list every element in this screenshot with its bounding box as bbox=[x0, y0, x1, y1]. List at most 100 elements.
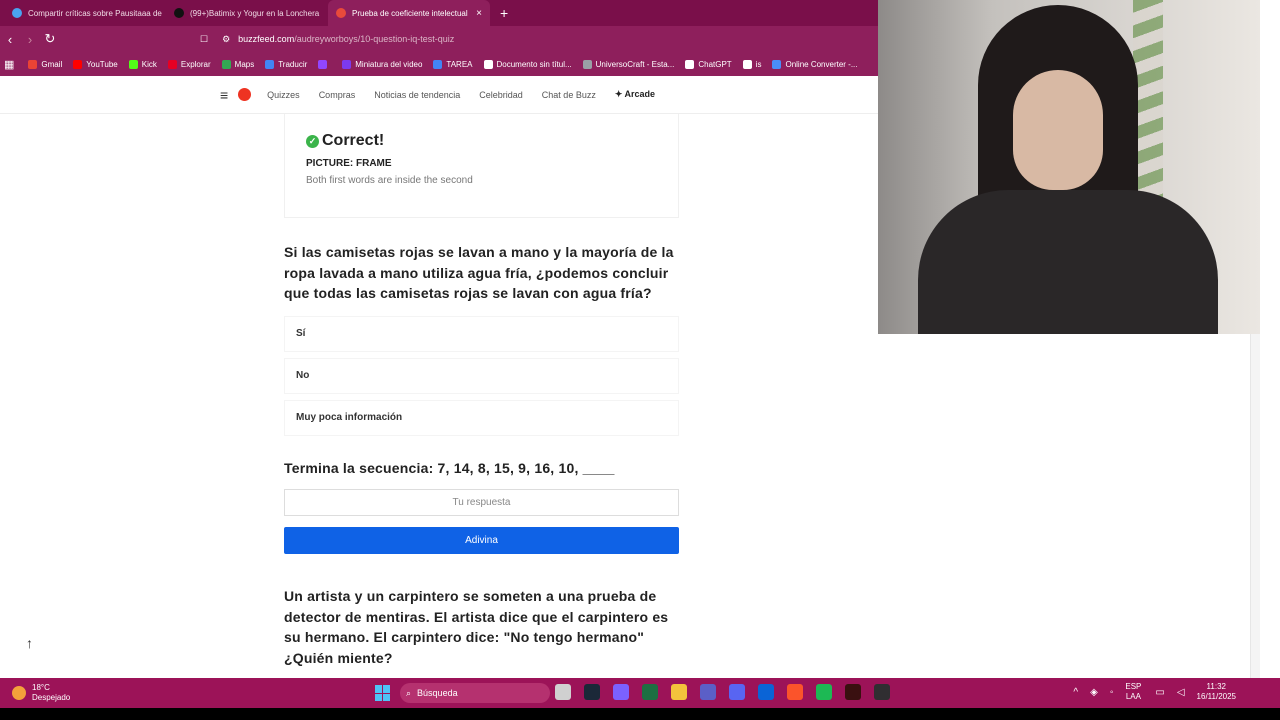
back-icon[interactable]: ‹ bbox=[0, 32, 20, 47]
url-host: buzzfeed.com bbox=[238, 34, 295, 44]
tab-close-icon[interactable]: × bbox=[472, 8, 482, 19]
guess-button[interactable]: Adivina bbox=[284, 527, 679, 554]
hamburger-menu-icon[interactable]: ≡ bbox=[220, 87, 228, 103]
volume-icon[interactable]: ◁ bbox=[1177, 687, 1185, 698]
docs-icon bbox=[433, 59, 443, 69]
tab-tiktok[interactable]: (99+)Batimix y Yogur en la Lonchera bbox=[166, 0, 328, 26]
bookmark-label: Miniatura del video bbox=[355, 59, 423, 69]
tab-favicon-icon bbox=[12, 8, 22, 18]
forward-icon[interactable]: › bbox=[20, 32, 40, 47]
bookmark-universocraft[interactable]: UniversoCraft - Esta... bbox=[582, 59, 674, 69]
taskview-icon[interactable] bbox=[555, 684, 571, 700]
bookmark-label: Documento sin títul... bbox=[496, 59, 572, 69]
bookmark-maps[interactable]: Maps bbox=[221, 59, 255, 69]
language-indicator[interactable]: ESP LAA bbox=[1125, 682, 1141, 702]
spotify-icon[interactable] bbox=[816, 684, 832, 700]
new-tab-button[interactable]: + bbox=[490, 0, 518, 26]
language-layout: LAA bbox=[1125, 692, 1141, 701]
bookmark-traducir[interactable]: Traducir bbox=[265, 59, 307, 69]
buzzfeed-logo-icon[interactable] bbox=[238, 88, 252, 101]
network-icon[interactable]: ◈ bbox=[1090, 687, 1098, 698]
bookmark-label: YouTube bbox=[86, 59, 118, 69]
discord-icon[interactable] bbox=[729, 684, 745, 700]
bookmark-miniatura[interactable]: Miniatura del video bbox=[342, 59, 423, 69]
bookmark-label: ChatGPT bbox=[698, 59, 732, 69]
copilot-icon[interactable] bbox=[613, 684, 629, 700]
bookmarks-bar: ▦ Gmail YouTube Kick Explorar Maps Tradu… bbox=[0, 52, 878, 76]
result-title: ✓ Correct! bbox=[306, 132, 657, 150]
bookmark-label: Online Converter -... bbox=[785, 59, 858, 69]
teams-icon[interactable] bbox=[700, 684, 716, 700]
tab-label: (99+)Batimix y Yogur en la Lonchera bbox=[190, 8, 320, 18]
weather-widget[interactable]: 18°C Despejado bbox=[12, 683, 70, 703]
twitch-icon bbox=[318, 59, 328, 69]
windows-start-icon[interactable] bbox=[375, 685, 391, 701]
tab-label: Prueba de coeficiente intelectual bbox=[352, 8, 468, 18]
tab-label: Compartir críticas sobre Pausitaaa de bbox=[28, 8, 162, 18]
bookmark-label: Maps bbox=[234, 59, 255, 69]
recorder-icon[interactable] bbox=[845, 684, 861, 700]
option-si[interactable]: Sí bbox=[284, 315, 679, 352]
taskbar-search[interactable]: ⌕ Búsqueda bbox=[400, 683, 550, 703]
nav-noticias[interactable]: Noticias de tendencia bbox=[374, 90, 460, 100]
bookmark-kick[interactable]: Kick bbox=[128, 59, 157, 69]
check-circle-icon: ✓ bbox=[306, 134, 319, 148]
steam-icon[interactable] bbox=[584, 684, 600, 700]
tab-compartir[interactable]: Compartir críticas sobre Pausitaaa de bbox=[4, 0, 166, 26]
tab-iq-quiz[interactable]: Prueba de coeficiente intelectual × bbox=[328, 0, 490, 26]
url-field[interactable]: ☐ ⚙ buzzfeed.com/audreyworboys/10-questi… bbox=[200, 34, 454, 45]
bookmark-gmail[interactable]: Gmail bbox=[28, 59, 63, 69]
converter-icon bbox=[772, 59, 782, 69]
bookmark-twitch[interactable] bbox=[318, 59, 331, 69]
tab-bar: Compartir críticas sobre Pausitaaa de (9… bbox=[0, 0, 878, 26]
answer-result-card: ✓ Correct! PICTURE: FRAME Both first wor… bbox=[284, 114, 679, 218]
bookmark-online-converter[interactable]: Online Converter -... bbox=[772, 59, 858, 69]
display-icon[interactable]: ▭ bbox=[1155, 687, 1164, 698]
bookmark-documento[interactable]: Documento sin títul... bbox=[483, 59, 572, 69]
bookmark-label: Gmail bbox=[41, 59, 63, 69]
nav-quizzes[interactable]: Quizzes bbox=[267, 90, 300, 100]
option-muy-poca-informacion[interactable]: Muy poca información bbox=[284, 399, 679, 436]
excel-icon[interactable] bbox=[642, 684, 658, 700]
option-no[interactable]: No bbox=[284, 357, 679, 394]
chevron-up-icon[interactable]: ^ bbox=[1073, 687, 1078, 698]
file-explorer-icon[interactable] bbox=[671, 684, 687, 700]
brave-icon[interactable] bbox=[787, 684, 803, 700]
scroll-to-top-icon[interactable]: ↑ bbox=[26, 635, 33, 651]
obs-icon[interactable] bbox=[874, 684, 890, 700]
maps-icon bbox=[221, 59, 231, 69]
search-icon: ⌕ bbox=[406, 687, 412, 698]
question-2-text: Termina la secuencia: 7, 14, 8, 15, 9, 1… bbox=[284, 459, 615, 476]
thumbnail-icon bbox=[342, 59, 352, 69]
system-tray: ^ ◈ ◦ ESP LAA ▭ ◁ 11:32 16/11/2025 bbox=[1073, 682, 1250, 702]
clock[interactable]: 11:32 16/11/2025 bbox=[1197, 682, 1236, 702]
result-picture-label: PICTURE: FRAME bbox=[306, 158, 392, 169]
bookmark-star-icon[interactable]: ☐ bbox=[200, 34, 208, 45]
nav-arcade[interactable]: ✦ Arcade bbox=[615, 89, 655, 100]
streamer-shirt bbox=[918, 190, 1218, 334]
result-explanation: Both first words are inside the second bbox=[306, 175, 473, 186]
weather-sun-icon bbox=[12, 686, 26, 700]
reload-icon[interactable]: ↻ bbox=[40, 31, 60, 47]
question-3-text: Un artista y un carpintero se someten a … bbox=[284, 588, 669, 666]
bookmark-chatgpt[interactable]: ChatGPT bbox=[685, 59, 732, 69]
nav-chat-de-buzz[interactable]: Chat de Buzz bbox=[542, 90, 596, 100]
bookmark-label: Explorar bbox=[180, 59, 211, 69]
answer-input[interactable] bbox=[284, 489, 679, 516]
site-info-icon[interactable]: ⚙ bbox=[222, 34, 230, 45]
browser-window: Compartir críticas sobre Pausitaaa de (9… bbox=[0, 0, 878, 678]
bookmark-tarea[interactable]: TAREA bbox=[433, 59, 473, 69]
universocraft-icon bbox=[582, 59, 592, 69]
bookmark-explorar[interactable]: Explorar bbox=[167, 59, 211, 69]
bookmark-label: TAREA bbox=[446, 59, 473, 69]
nav-celebridad[interactable]: Celebridad bbox=[479, 90, 523, 100]
mail-icon[interactable] bbox=[758, 684, 774, 700]
bookmark-youtube[interactable]: YouTube bbox=[73, 59, 118, 69]
apps-grid-icon[interactable]: ▦ bbox=[4, 58, 14, 71]
bookmark-is[interactable]: is bbox=[742, 59, 761, 69]
page-scrollbar[interactable] bbox=[1250, 334, 1260, 678]
question-1-options: Sí No Muy poca información bbox=[284, 315, 679, 436]
taskbar-apps bbox=[555, 684, 903, 700]
microphone-icon[interactable]: ◦ bbox=[1110, 687, 1114, 698]
nav-compras[interactable]: Compras bbox=[319, 90, 356, 100]
